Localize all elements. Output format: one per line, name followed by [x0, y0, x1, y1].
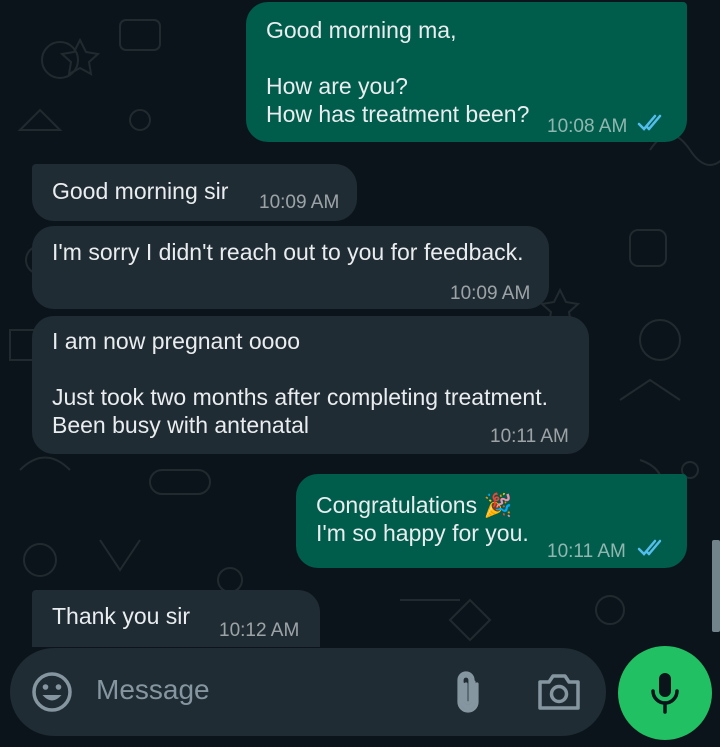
read-ticks-icon	[637, 114, 662, 131]
message-bubble-incoming[interactable]: Thank you sir 10:12 AM	[32, 590, 320, 647]
camera-icon[interactable]	[536, 672, 582, 712]
message-text: I am now pregnant oooo Just took two mon…	[52, 328, 549, 438]
message-text: Congratulations 🎉 I'm so happy for you.	[316, 492, 529, 546]
message-bubble-outgoing[interactable]: Congratulations 🎉 I'm so happy for you. …	[296, 474, 687, 568]
message-text: Good morning ma, How are you? How has tr…	[266, 17, 530, 127]
emoji-icon[interactable]	[30, 670, 74, 714]
message-timestamp: 10:11 AM	[547, 541, 626, 562]
chat-scrollbar[interactable]	[712, 540, 720, 632]
message-timestamp: 10:12 AM	[219, 620, 300, 641]
paperclip-icon[interactable]	[454, 670, 484, 714]
message-timestamp: 10:09 AM	[259, 192, 340, 213]
message-timestamp: 10:08 AM	[547, 116, 628, 137]
message-composer[interactable]: Message	[10, 648, 606, 736]
message-bubble-incoming[interactable]: I am now pregnant oooo Just took two mon…	[32, 316, 589, 454]
message-text: Good morning sir	[52, 178, 229, 204]
chat-screen: Good morning ma, How are you? How has tr…	[0, 0, 720, 747]
message-bubble-outgoing[interactable]: Good morning ma, How are you? How has tr…	[246, 2, 687, 142]
microphone-icon	[651, 673, 679, 714]
message-bubble-incoming[interactable]: I'm sorry I didn't reach out to you for …	[32, 226, 549, 309]
message-bubble-incoming[interactable]: Good morning sir 10:09 AM	[32, 164, 357, 221]
message-timestamp: 10:09 AM	[450, 283, 531, 304]
microphone-button[interactable]	[618, 646, 712, 740]
message-text: I'm sorry I didn't reach out to you for …	[52, 239, 524, 265]
message-text: Thank you sir	[52, 603, 191, 629]
read-ticks-icon	[637, 539, 662, 556]
message-timestamp: 10:11 AM	[490, 426, 569, 447]
message-input[interactable]: Message	[96, 674, 210, 706]
